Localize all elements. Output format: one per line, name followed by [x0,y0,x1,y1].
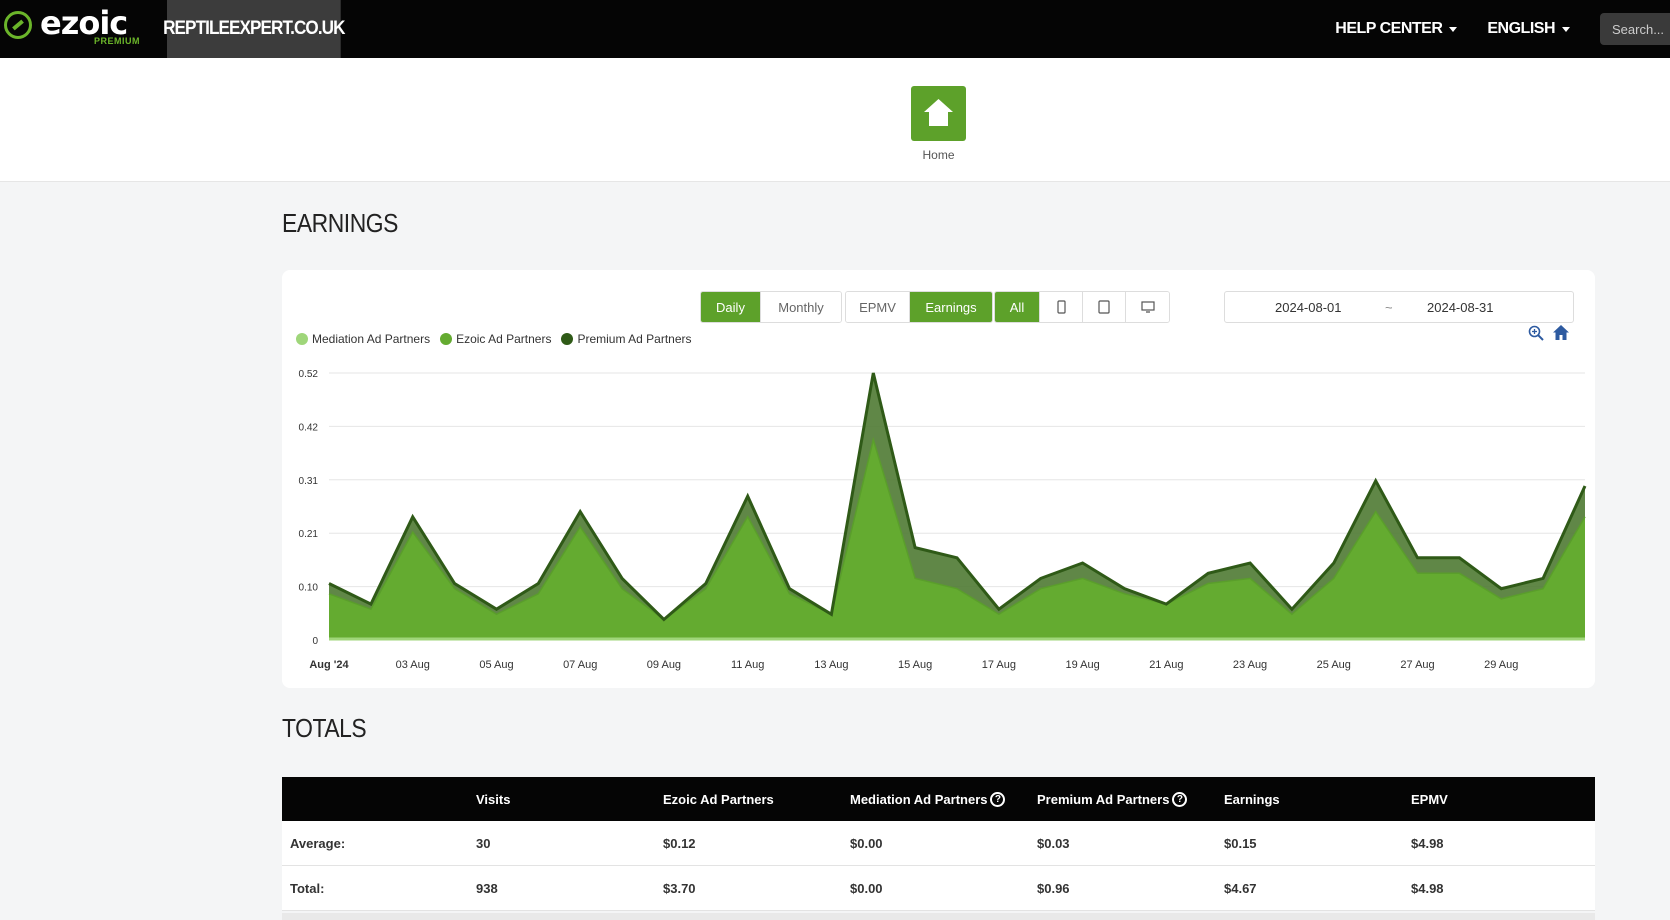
header-ezoic: Ezoic Ad Partners [663,791,774,807]
logo-premium-label: PREMIUM [94,36,140,46]
horizontal-scrollbar[interactable] [282,913,1595,920]
help-center-label: HELP CENTER [1335,20,1443,37]
language-menu[interactable]: ENGLISH [1487,20,1570,38]
home-icon [924,99,953,126]
cell-ezoic: $0.12 [663,835,696,851]
x-tick-label: 15 Aug [898,659,932,671]
row-label: Total: [290,880,325,896]
x-tick-label: 19 Aug [1065,659,1099,671]
x-tick-label: 21 Aug [1149,659,1183,671]
home-label: Home [922,148,955,162]
y-tick-label: 0 [312,636,318,647]
y-tick-label: 0.52 [299,369,319,380]
chevron-down-icon [1562,26,1570,32]
totals-table: Visits Ezoic Ad Partners Mediation Ad Pa… [282,777,1595,911]
help-icon[interactable]: ? [1172,791,1188,807]
y-tick-label: 0.31 [299,476,319,487]
cell-mediation: $0.00 [850,880,883,896]
cell-visits: 30 [476,835,491,851]
y-tick-label: 0.10 [299,583,319,594]
cell-epmv: $4.98 [1411,835,1444,851]
y-tick-label: 0.42 [299,422,319,433]
header-mediation: Mediation Ad Partners ? [850,777,1006,821]
x-tick-label: 11 Aug [731,659,764,671]
search-input[interactable]: Search... [1600,13,1670,45]
site-selector[interactable]: REPTILEEXPERT.CO.UK [163,0,345,58]
help-center-menu[interactable]: HELP CENTER [1335,20,1458,38]
cell-visits: 938 [476,880,498,896]
ezoic-logo-mark-icon [4,11,32,39]
table-header: Visits Ezoic Ad Partners Mediation Ad Pa… [282,777,1595,821]
totals-title: TOTALS [282,713,367,743]
nav-right: HELP CENTER ENGLISH Search... [1335,0,1670,58]
header-epmv: EPMV [1411,791,1448,807]
cell-premium: $0.03 [1037,835,1070,851]
header-premium-label: Premium Ad Partners [1037,791,1170,807]
cell-epmv: $4.98 [1411,880,1444,896]
x-tick-label: 13 Aug [814,659,848,671]
cell-earnings: $0.15 [1224,835,1257,851]
x-tick-label: 17 Aug [982,659,1016,671]
x-tick-label: 25 Aug [1317,659,1351,671]
language-label: ENGLISH [1487,20,1555,37]
x-tick-label: 23 Aug [1233,659,1267,671]
top-nav: ezoic PREMIUM REPTILEEXPERT.CO.UK HELP C… [0,0,1670,58]
cell-premium: $0.96 [1037,880,1070,896]
cell-ezoic: $3.70 [663,880,696,896]
header-premium: Premium Ad Partners ? [1037,777,1188,821]
earnings-chart[interactable]: 0 0.10 0.21 0.31 0.42 0.52 Aug '24 03 Aug 05 Aug… [282,270,1595,688]
header-earnings: Earnings [1224,791,1280,807]
earnings-chart-card: Daily Monthly EPMV Earnings All 2024-08-… [282,270,1595,688]
x-tick-label: 03 Aug [396,659,430,671]
chevron-down-icon [1449,26,1458,32]
x-tick-label: 29 Aug [1484,659,1518,671]
cell-mediation: $0.00 [850,835,883,851]
header-mediation-label: Mediation Ad Partners [850,791,988,807]
table-row: Average: 30 $0.12 $0.00 $0.03 $0.15 $4.9… [282,821,1595,866]
home-bar: Home [0,58,1670,182]
earnings-title: EARNINGS [282,208,398,238]
x-tick-label: 05 Aug [479,659,513,671]
x-tick-label: 27 Aug [1400,659,1434,671]
help-icon[interactable]: ? [990,791,1006,807]
row-label: Average: [290,835,346,851]
x-tick-label: Aug '24 [309,659,349,671]
x-tick-label: 09 Aug [647,659,681,671]
header-visits: Visits [476,791,511,807]
home-button[interactable] [911,86,966,141]
table-row: Total: 938 $3.70 $0.00 $0.96 $4.67 $4.98 [282,866,1595,911]
ezoic-logo[interactable]: ezoic PREMIUM [0,0,167,58]
y-tick-label: 0.21 [299,529,319,540]
x-tick-label: 07 Aug [563,659,597,671]
cell-earnings: $4.67 [1224,880,1257,896]
